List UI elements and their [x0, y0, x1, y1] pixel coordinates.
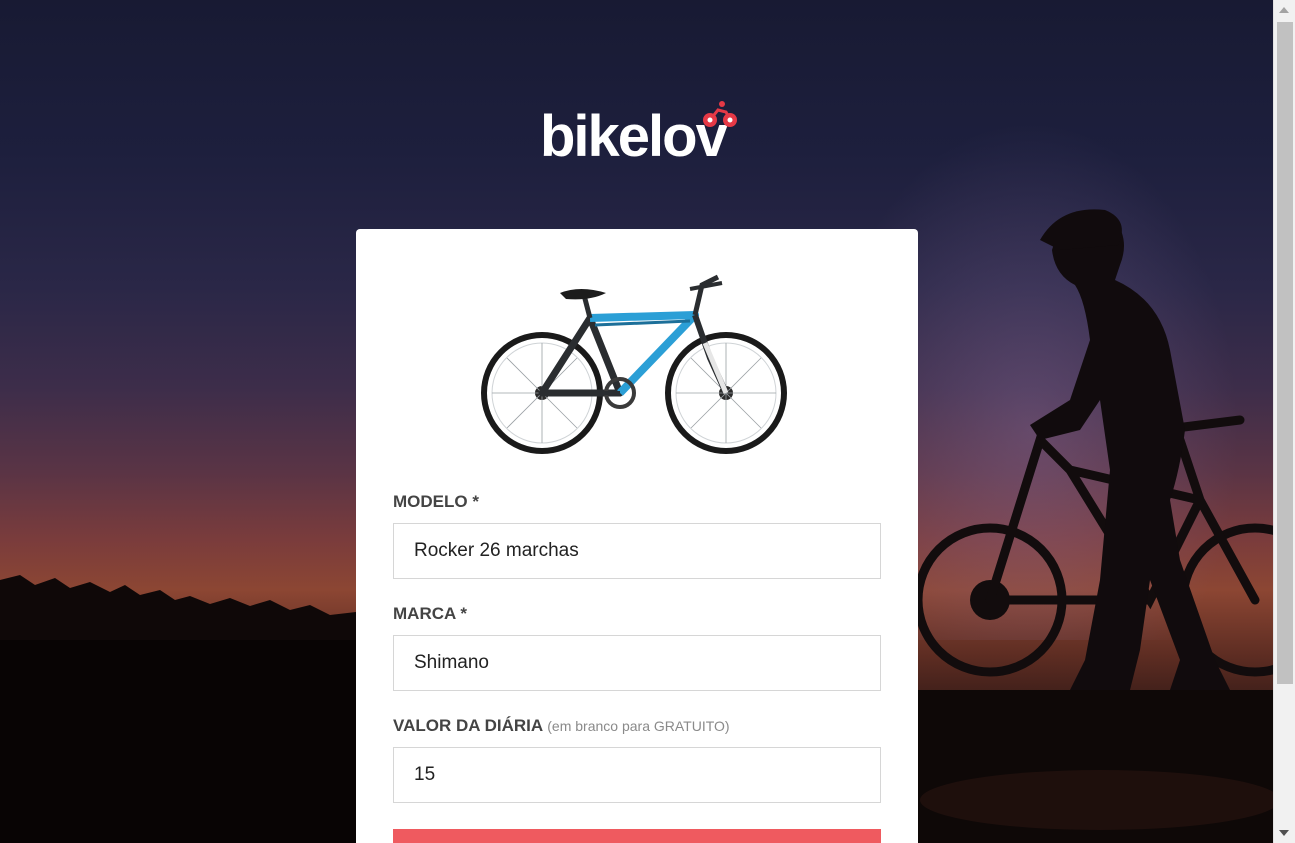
- daily-price-label: VALOR DA DIÁRIA (em branco para GRATUITO…: [393, 716, 730, 736]
- vertical-scrollbar[interactable]: [1273, 0, 1295, 843]
- scroll-thumb[interactable]: [1277, 22, 1293, 684]
- logo-text: bikelov: [540, 104, 728, 169]
- model-label: MODELO *: [393, 492, 479, 512]
- scroll-up-arrow-icon[interactable]: [1279, 7, 1289, 13]
- helmet-silhouette: [1040, 209, 1122, 250]
- brand-label-text: MARCA *: [393, 604, 467, 623]
- model-label-text: MODELO *: [393, 492, 479, 511]
- brand-input[interactable]: [393, 635, 881, 691]
- bike-photo: [481, 274, 787, 454]
- model-input[interactable]: [393, 523, 881, 579]
- brand-label: MARCA *: [393, 604, 467, 624]
- daily-price-hint: (em branco para GRATUITO): [547, 718, 730, 734]
- bike-form-card: MODELO * MARCA * VALOR DA DIÁRIA (em bra…: [356, 229, 918, 843]
- cyclist-icon: [703, 101, 737, 127]
- daily-price-input[interactable]: [393, 747, 881, 803]
- submit-button[interactable]: [393, 829, 881, 843]
- page: bikelov MODELO * Rocker 26 marchas MARCA…: [0, 0, 1295, 843]
- bikelov-logo[interactable]: bikelov: [540, 100, 750, 170]
- scroll-down-arrow-icon[interactable]: [1279, 830, 1289, 836]
- daily-price-label-text: VALOR DA DIÁRIA: [393, 716, 543, 735]
